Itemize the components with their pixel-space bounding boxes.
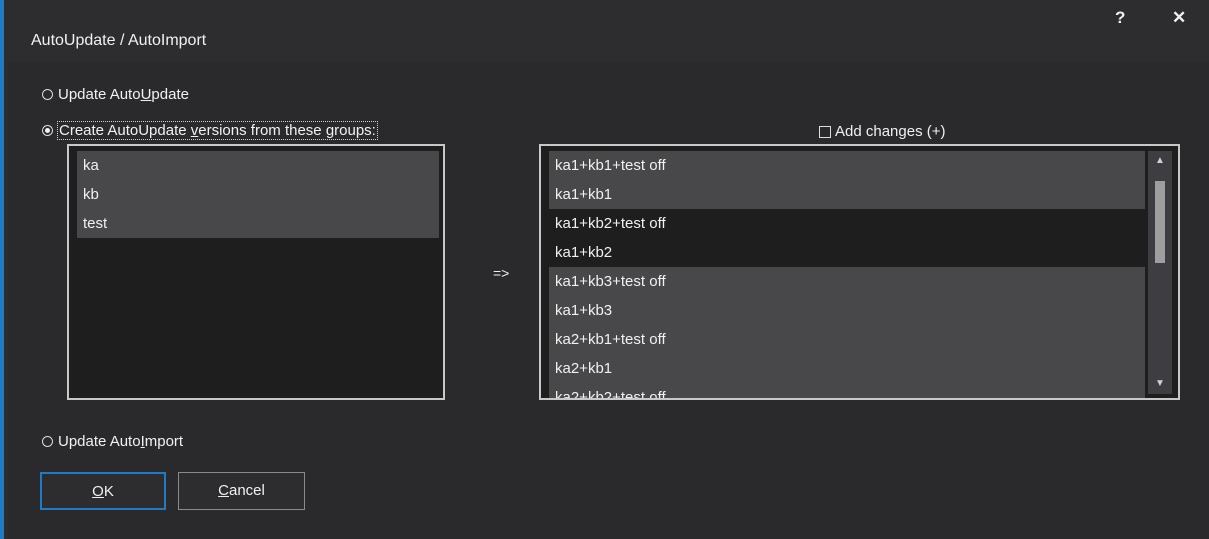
radio-circle-icon [42, 436, 53, 447]
radio-circle-icon [42, 89, 53, 100]
groups-listbox[interactable]: ka kb test [67, 144, 445, 400]
versions-scrollbar[interactable]: ▲ ▼ [1148, 151, 1172, 394]
group-list-item[interactable]: ka [77, 151, 439, 180]
versions-items: ka1+kb1+test off ka1+kb1 ka1+kb2+test off k… [549, 151, 1145, 398]
help-button[interactable]: ? [1115, 8, 1125, 28]
add-changes-checkbox[interactable]: Add changes (+) [819, 123, 946, 140]
title-bar: AutoUpdate / AutoImport ? ✕ [4, 0, 1209, 62]
scroll-down-arrow-icon[interactable]: ▼ [1148, 374, 1172, 394]
add-changes-label: Add changes (+) [835, 123, 946, 140]
arrow-label: => [493, 265, 510, 281]
close-button[interactable]: ✕ [1172, 8, 1186, 28]
group-list-item[interactable]: test [77, 209, 439, 238]
checkbox-icon [819, 125, 831, 138]
version-list-item[interactable]: ka1+kb2 [549, 238, 1145, 267]
update-autoimport-label: Update AutoImport [58, 433, 184, 450]
dialog-window: AutoUpdate / AutoImport ? ✕ Update AutoU… [0, 0, 1209, 539]
scroll-thumb[interactable] [1155, 181, 1165, 263]
cancel-button[interactable]: Cancel [178, 472, 305, 510]
version-list-item[interactable]: ka1+kb3+test off [549, 267, 1145, 296]
version-list-item[interactable]: ka2+kb1 [549, 354, 1145, 383]
window-accent-border [0, 0, 4, 539]
create-versions-radio[interactable]: Create AutoUpdate versions from these gr… [42, 121, 378, 140]
radio-selected-icon [42, 125, 53, 136]
groups-items: ka kb test [77, 151, 439, 238]
version-list-item[interactable]: ka1+kb1+test off [549, 151, 1145, 180]
group-list-item[interactable]: kb [77, 180, 439, 209]
update-autoupdate-radio[interactable]: Update AutoUpdate [42, 86, 189, 103]
version-list-item[interactable]: ka1+kb1 [549, 180, 1145, 209]
version-list-item[interactable]: ka2+kb2+test off [549, 383, 1145, 398]
version-list-item[interactable]: ka1+kb3 [549, 296, 1145, 325]
create-versions-label: Create AutoUpdate versions from these gr… [57, 121, 378, 140]
version-list-item[interactable]: ka2+kb1+test off [549, 325, 1145, 354]
versions-listbox[interactable]: ka1+kb1+test off ka1+kb1 ka1+kb2+test off k… [539, 144, 1180, 400]
ok-button[interactable]: OK [40, 472, 166, 510]
update-autoupdate-label: Update AutoUpdate [58, 86, 189, 103]
scroll-up-arrow-icon[interactable]: ▲ [1148, 151, 1172, 171]
version-list-item[interactable]: ka1+kb2+test off [549, 209, 1145, 238]
window-title: AutoUpdate / AutoImport [31, 32, 207, 49]
update-autoimport-radio[interactable]: Update AutoImport [42, 433, 183, 450]
